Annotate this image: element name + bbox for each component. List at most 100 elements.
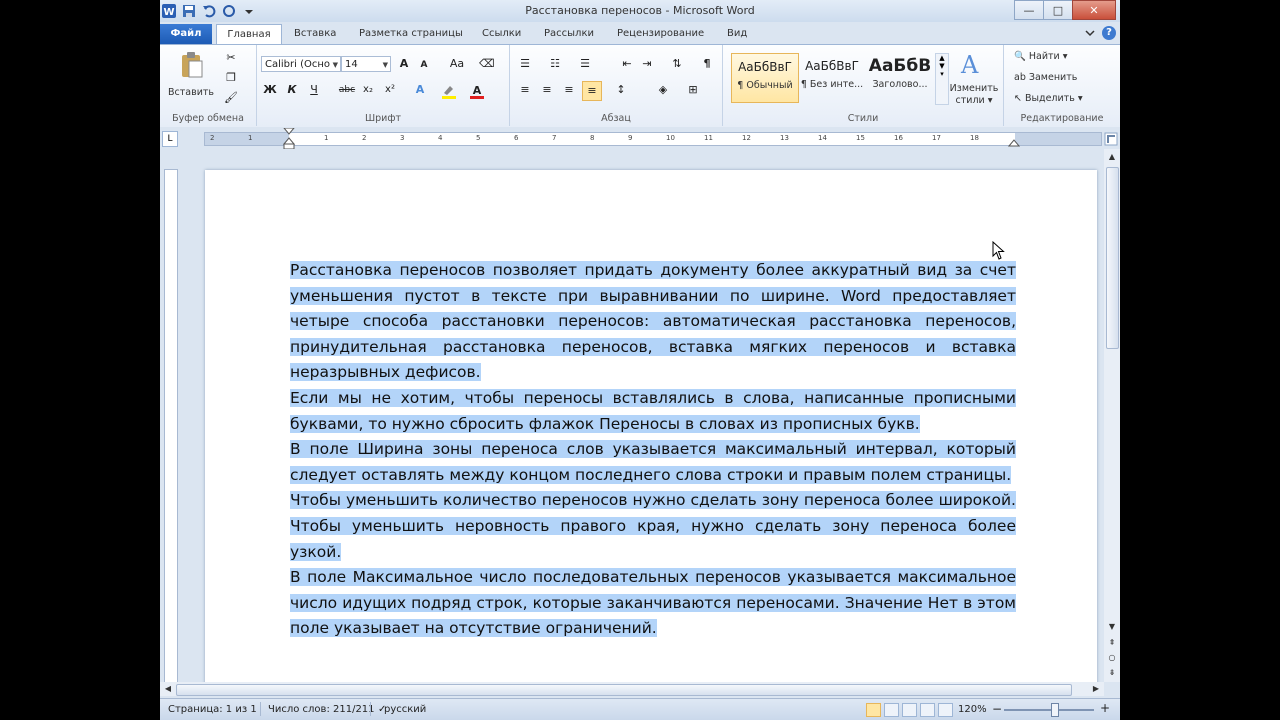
style-name: Заголово... [872,79,928,90]
cut-icon[interactable]: ✂ [224,51,238,65]
paste-button[interactable]: Вставить [168,49,214,107]
view-ruler-icon[interactable] [1104,132,1118,146]
borders-icon[interactable]: ⊞ [686,83,700,97]
style-normal[interactable]: АаБбВвГ ¶ Обычный [731,53,799,103]
scroll-left-icon[interactable]: ◀ [162,683,174,695]
font-size-combo[interactable]: 14 ▼ [341,56,391,72]
line-spacing-icon[interactable]: ↕ [614,83,628,97]
align-center-icon[interactable]: ≡ [540,83,554,97]
tab-view[interactable]: Вид [727,24,747,44]
vertical-scrollbar[interactable]: ▲ ▼ ⇞ ○ ⇟ [1104,149,1120,682]
style-no-spacing[interactable]: АаБбВвГ ¶ Без инте... [799,53,865,101]
outline-view-icon[interactable] [920,703,935,717]
document-area: Расстановка переносов позволяет придать … [160,149,1104,690]
style-heading[interactable]: АаБбВ Заголово... [867,53,933,101]
shading-icon[interactable]: ◈ [656,83,670,97]
superscript-button[interactable]: x² [383,83,397,97]
font-color-icon[interactable]: A [469,83,485,99]
print-layout-view-icon[interactable] [866,703,881,717]
align-left-icon[interactable]: ≡ [518,83,532,97]
paragraph[interactable]: В поле Максимальное число последовательн… [290,565,1016,642]
paragraph[interactable]: В поле Ширина зоны переноса слов указыва… [290,437,1016,488]
tab-page-layout[interactable]: Разметка страницы [359,24,463,44]
shrink-font-icon[interactable]: A [417,58,431,72]
paragraph[interactable]: Расстановка переносов позволяет придать … [290,258,1016,386]
tab-references[interactable]: Ссылки [482,24,521,44]
sort-icon[interactable]: ⇅ [670,57,684,71]
increase-indent-icon[interactable]: ⇥ [640,57,654,71]
document-page[interactable]: Расстановка переносов позволяет придать … [205,170,1097,690]
text-effects-icon[interactable]: A [413,83,427,97]
zoom-in-icon[interactable]: + [1100,701,1110,715]
tab-home[interactable]: Главная [216,24,282,45]
styles-scroll[interactable]: ▲ ▼ ▾ [935,53,949,105]
web-layout-view-icon[interactable] [902,703,917,717]
maximize-button[interactable]: □ [1043,0,1073,20]
draft-view-icon[interactable] [938,703,953,717]
tab-stop-selector[interactable]: L [162,131,178,147]
replace-button[interactable]: ab Заменить [1014,72,1077,83]
clear-formatting-icon[interactable]: ⌫ [479,57,495,71]
minimize-button[interactable]: — [1014,0,1044,20]
ruler-tick-label: 14 [818,134,827,142]
minimize-ribbon-icon[interactable] [1084,27,1096,39]
previous-page-icon[interactable]: ⇞ [1106,637,1118,649]
select-button[interactable]: ↖ Выделить ▾ [1014,93,1083,104]
tab-insert[interactable]: Вставка [294,24,336,44]
bullets-icon[interactable]: ☰ [518,57,532,71]
help-icon[interactable]: ? [1102,26,1116,40]
scroll-right-icon[interactable]: ▶ [1090,683,1102,695]
paragraph[interactable]: Если мы не хотим, чтобы переносы вставля… [290,386,1016,437]
zoom-slider-knob[interactable] [1051,703,1059,717]
change-case-icon[interactable]: Aa [447,57,467,71]
right-indent-marker-icon[interactable] [1008,137,1020,147]
change-styles-button[interactable]: A Изменить стили ▾ [949,51,999,109]
style-sample: АаБбВвГ [738,60,792,74]
underline-button[interactable]: Ч [307,83,321,97]
word-count[interactable]: Число слов: 211/211 [268,704,375,715]
paragraph[interactable]: Чтобы уменьшить количество переносов нуж… [290,488,1016,565]
language[interactable]: русский [384,704,426,715]
page-count[interactable]: Страница: 1 из 1 [168,704,257,715]
highlight-icon[interactable] [441,83,457,99]
zoom-level[interactable]: 120% [958,704,987,715]
zoom-out-icon[interactable]: − [992,702,1002,716]
scroll-up-icon[interactable]: ▲ [1106,151,1118,163]
scroll-down-icon[interactable]: ▼ [1106,621,1118,633]
font-name-combo[interactable]: Calibri (Осно ▼ [261,56,341,72]
horizontal-scrollbar[interactable]: ◀ ▶ [160,682,1104,696]
multilevel-list-icon[interactable]: ☰ [578,57,592,71]
format-painter-icon[interactable]: 🖌 [224,91,238,105]
numbering-icon[interactable]: ☷ [548,57,562,71]
style-sample: АаБбВ [868,56,932,76]
tab-file[interactable]: Файл [160,24,212,44]
decrease-indent-icon[interactable]: ⇤ [620,57,634,71]
indent-marker-icon[interactable] [283,128,295,150]
grow-font-icon[interactable]: A [397,57,411,71]
binoculars-icon: 🔍 [1014,51,1026,62]
style-name: ¶ Без инте... [800,79,864,90]
subscript-button[interactable]: x₂ [361,83,375,97]
title-bar: W Расстановка переносов - Microsoft Word… [160,0,1120,22]
strikethrough-button[interactable]: abc [337,83,357,97]
align-right-icon[interactable]: ≡ [562,83,576,97]
justify-icon[interactable]: ≡ [582,81,602,101]
browse-object-icon[interactable]: ○ [1106,652,1118,664]
show-formatting-icon[interactable]: ¶ [700,57,714,71]
next-page-icon[interactable]: ⇟ [1106,667,1118,679]
tab-review[interactable]: Рецензирование [617,24,704,44]
bold-button[interactable]: Ж [263,83,277,97]
close-button[interactable]: ✕ [1072,0,1116,20]
find-button[interactable]: 🔍 Найти ▾ [1014,51,1068,62]
copy-icon[interactable]: ❐ [224,71,238,85]
clipboard-group: Вставить ✂ ❐ 🖌 Буфер обмена [160,45,257,126]
horizontal-scroll-thumb[interactable] [176,684,1072,696]
ruler-bar[interactable]: 2 1 1 2 3 4 5 6 7 8 9 10 11 12 13 14 15 16 17 18 [204,128,1102,150]
vertical-ruler[interactable] [164,169,178,684]
zoom-slider[interactable] [1004,709,1094,711]
tab-mailings[interactable]: Рассылки [544,24,594,44]
vertical-scroll-thumb[interactable] [1106,167,1119,349]
document-text[interactable]: Расстановка переносов позволяет придать … [290,258,1016,642]
full-screen-view-icon[interactable] [884,703,899,717]
italic-button[interactable]: К [285,83,299,97]
